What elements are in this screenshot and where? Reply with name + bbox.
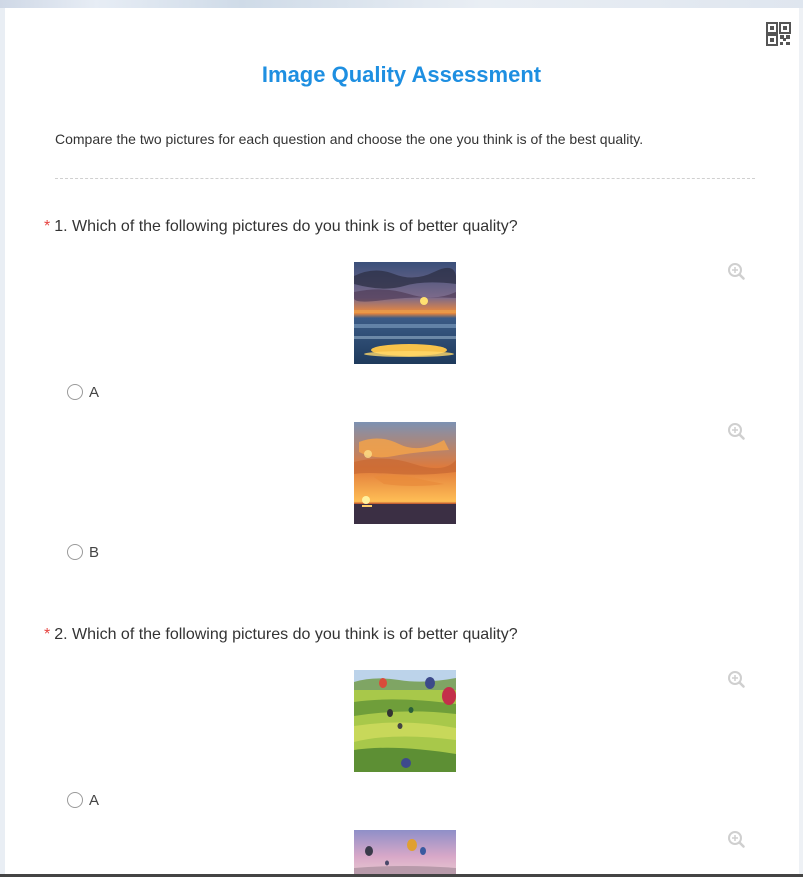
zoom-in-icon[interactable] [727, 830, 745, 848]
left-page-edge [0, 8, 5, 877]
option-label: A [89, 791, 100, 809]
question-2-title: * 2. Which of the following pictures do y… [44, 626, 518, 644]
question-2-option-a-image[interactable] [354, 670, 456, 772]
survey-description: Compare the two pictures for each questi… [55, 131, 644, 147]
question-2-option-a[interactable]: A [67, 791, 99, 809]
zoom-in-icon[interactable] [727, 262, 745, 280]
required-mark: * [44, 218, 51, 235]
required-mark: * [44, 626, 51, 643]
option-label: B [89, 543, 100, 561]
question-1-title: * 1. Which of the following pictures do y… [44, 218, 518, 236]
radio-button[interactable] [67, 384, 83, 400]
question-2-text: 2. Which of the following pictures do yo… [54, 626, 518, 643]
section-divider [55, 178, 755, 179]
survey-title: Image Quality Assessment [261, 62, 542, 87]
option-label: A [89, 383, 100, 401]
top-background-band [0, 0, 803, 8]
zoom-in-icon[interactable] [727, 422, 745, 440]
radio-button[interactable] [67, 544, 83, 560]
question-1-option-b-image[interactable] [354, 422, 456, 524]
right-page-edge [799, 8, 803, 877]
question-2-option-b-image[interactable] [354, 830, 456, 874]
question-1-option-b[interactable]: B [67, 543, 99, 561]
question-1-text: 1. Which of the following pictures do yo… [54, 218, 518, 235]
question-1-option-a[interactable]: A [67, 383, 99, 401]
zoom-in-icon[interactable] [727, 670, 745, 688]
radio-button[interactable] [67, 792, 83, 808]
qr-code-icon[interactable] [766, 22, 792, 46]
question-1-option-a-image[interactable] [354, 262, 456, 364]
